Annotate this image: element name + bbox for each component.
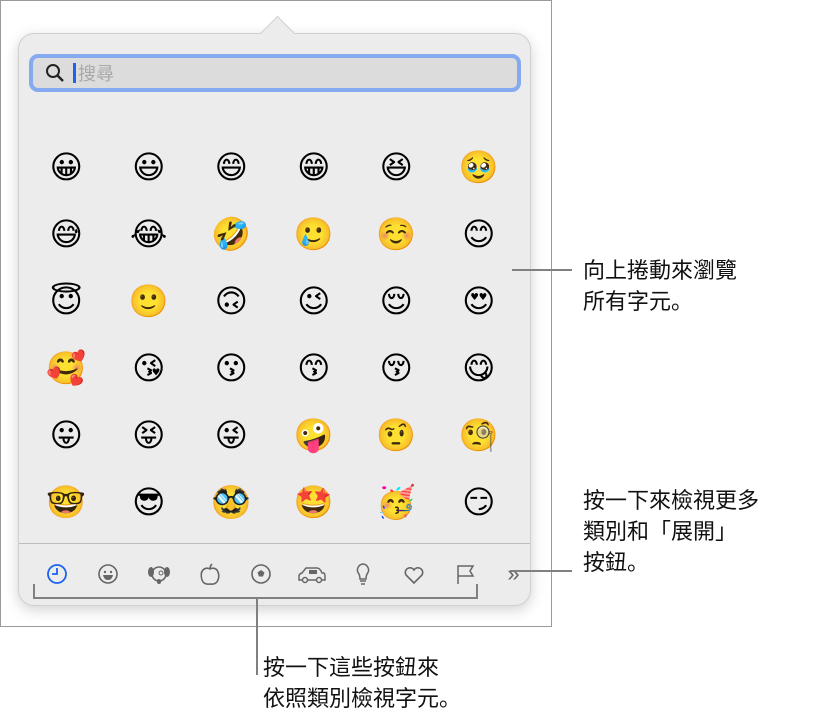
emoji-item[interactable]: 😀 <box>25 134 108 201</box>
dog-icon <box>147 566 170 584</box>
category-activities[interactable] <box>235 556 286 592</box>
emoji-item[interactable]: 🤓 <box>25 469 108 536</box>
category-objects[interactable] <box>337 556 388 592</box>
lightbulb-icon <box>356 563 369 585</box>
emoji-item[interactable]: ☺️ <box>355 201 438 268</box>
divider <box>19 543 530 544</box>
emoji-item[interactable]: 🥹 <box>438 134 521 201</box>
emoji-item[interactable]: 😂 <box>108 201 191 268</box>
callout-line-scroll <box>512 269 572 271</box>
callout-text: 按鈕。 <box>583 550 650 575</box>
emoji-item[interactable]: 🙂 <box>108 268 191 335</box>
emoji-item[interactable]: 😜 <box>190 402 273 469</box>
expand-more-categories-button[interactable]: » <box>488 556 539 592</box>
emoji-item[interactable]: 😌 <box>355 268 438 335</box>
emoji-item[interactable]: 😄 <box>190 134 273 201</box>
callout-bracket-left <box>33 584 35 599</box>
emoji-item[interactable]: 🧐 <box>438 402 521 469</box>
emoji-item[interactable]: 😚 <box>355 335 438 402</box>
emoji-item[interactable]: 😁 <box>273 134 356 201</box>
emoji-item[interactable]: 🤣 <box>190 201 273 268</box>
emoji-item[interactable]: 😆 <box>355 134 438 201</box>
emoji-item[interactable]: 😙 <box>273 335 356 402</box>
car-icon <box>297 567 326 584</box>
search-icon <box>46 64 64 82</box>
callout-categories: 按一下這些按鈕來 依照類別檢視字元。 <box>263 652 461 714</box>
emoji-item[interactable]: 🥰 <box>25 335 108 402</box>
category-symbols[interactable] <box>388 556 439 592</box>
category-animals[interactable] <box>133 556 184 592</box>
emoji-item[interactable]: 🥳 <box>355 469 438 536</box>
emoji-item[interactable]: 😊 <box>438 201 521 268</box>
flag-icon <box>456 565 474 584</box>
text-caret <box>73 63 76 83</box>
callout-bracket-right <box>476 584 478 599</box>
emoji-item[interactable]: 🤨 <box>355 402 438 469</box>
search-field[interactable]: 搜尋 <box>29 54 521 92</box>
callout-text: 所有字元。 <box>583 289 694 314</box>
emoji-item[interactable]: 😘 <box>108 335 191 402</box>
callout-line-expand <box>510 570 572 572</box>
emoji-item[interactable]: 😇 <box>25 268 108 335</box>
emoji-item[interactable]: 😃 <box>108 134 191 201</box>
soccer-ball-icon <box>250 564 271 584</box>
emoji-item[interactable]: 😗 <box>190 335 273 402</box>
smiley-icon <box>97 564 118 584</box>
emoji-item[interactable]: 😏 <box>438 469 521 536</box>
callout-text: 依照類別檢視字元。 <box>263 686 462 711</box>
character-viewer-popover: 搜尋 😀 😃 😄 😁 😆 🥹 😅 😂 🤣 🥲 ☺️ 😊 😇 🙂 🙃 😉 😌 😍 🥰 😘 😗 😙 😚 😋 😛 😝 😜 🤪 🤨 🧐 🤓 😎 🥸 🤩 🥳 😏… <box>18 15 531 606</box>
emoji-item[interactable]: 🤪 <box>273 402 356 469</box>
emoji-item[interactable]: 😉 <box>273 268 356 335</box>
heart-icon <box>404 566 423 585</box>
emoji-item[interactable]: 😍 <box>438 268 521 335</box>
callout-text: 向上捲動來瀏覽 <box>583 258 738 283</box>
emoji-item[interactable]: 🥸 <box>190 469 273 536</box>
clock-icon <box>46 564 67 584</box>
emoji-item[interactable]: 😝 <box>108 402 191 469</box>
emoji-item[interactable]: 😛 <box>25 402 108 469</box>
emoji-item[interactable]: 😎 <box>108 469 191 536</box>
callout-line-categories <box>256 597 258 675</box>
category-smileys[interactable] <box>82 556 133 592</box>
callout-text: 類別和「展開」 <box>583 519 738 544</box>
emoji-item[interactable]: 😋 <box>438 335 521 402</box>
emoji-grid: 😀 😃 😄 😁 😆 🥹 😅 😂 🤣 🥲 ☺️ 😊 😇 🙂 🙃 😉 😌 😍 🥰 😘 😗 😙 😚 😋 😛 😝 😜 🤪 🤨 🧐 🤓 😎 🥸 🤩 🥳 😏 <box>25 134 520 536</box>
category-food[interactable] <box>184 556 235 592</box>
callout-expand: 按一下來檢視更多 類別和「展開」 按鈕。 <box>583 485 759 578</box>
emoji-item[interactable]: 😅 <box>25 201 108 268</box>
emoji-item[interactable]: 🤩 <box>273 469 356 536</box>
category-bar: » <box>31 556 539 592</box>
category-travel[interactable] <box>286 556 337 592</box>
callout-scroll: 向上捲動來瀏覽 所有字元。 <box>583 255 737 317</box>
emoji-item[interactable]: 🥲 <box>273 201 356 268</box>
category-recent[interactable] <box>31 556 82 592</box>
apple-icon <box>199 563 220 585</box>
category-flags[interactable] <box>439 556 490 592</box>
callout-text: 按一下來檢視更多 <box>583 488 760 513</box>
callout-text: 按一下這些按鈕來 <box>263 655 440 680</box>
emoji-item[interactable]: 🙃 <box>190 268 273 335</box>
search-placeholder: 搜尋 <box>78 64 114 84</box>
